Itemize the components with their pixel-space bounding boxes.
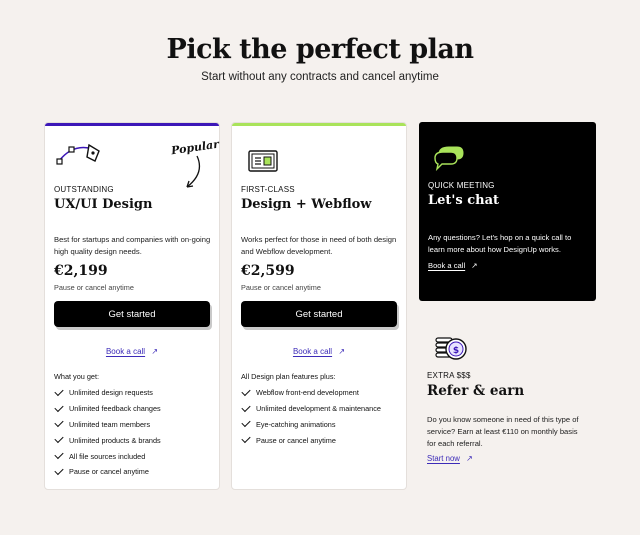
plan-eyebrow: OUTSTANDING — [54, 185, 114, 194]
feature-item: Pause or cancel anytime — [241, 432, 381, 448]
quick-meeting-title: Let's chat — [428, 193, 500, 208]
quick-meeting-description: Any questions? Let's hop on a quick call… — [428, 233, 572, 254]
check-icon — [54, 449, 64, 460]
feature-item: Unlimited development & maintenance — [241, 401, 381, 417]
curved-arrow-icon — [186, 155, 201, 188]
check-icon — [54, 465, 64, 475]
arrow-up-right-icon: ↗ — [151, 347, 159, 356]
start-now-label: Start now — [427, 454, 460, 463]
check-icon — [241, 434, 251, 444]
page-title: Pick the perfect plan — [166, 34, 474, 65]
plan-card-ux-ui: Popular OUTSTANDING UX/UI Design Best fo… — [44, 122, 220, 490]
feature-item: Eye-catching animations — [241, 417, 381, 433]
referral-description: Do you know someone in need of this type… — [427, 415, 579, 448]
feature-item: Pause or cancel anytime — [54, 464, 161, 480]
book-call-link[interactable]: Book a call ↗ — [232, 347, 406, 356]
check-icon — [54, 434, 64, 444]
check-icon — [54, 402, 64, 412]
features-list: Unlimited design requests Unlimited feed… — [54, 385, 161, 480]
book-call-label: Book a call — [428, 261, 466, 270]
check-icon — [241, 418, 251, 428]
feature-item: Unlimited feedback changes — [54, 401, 161, 417]
chat-bubbles-icon — [434, 146, 464, 172]
plan-price: €2,599 — [241, 263, 295, 279]
plan-card-accent-bar — [232, 123, 406, 126]
referral-title: Refer & earn — [427, 383, 525, 399]
get-started-button[interactable]: Get started — [54, 301, 210, 327]
browser-window-icon — [248, 150, 278, 172]
start-now-link[interactable]: Start now ↗ — [427, 454, 473, 463]
pause-note: Pause or cancel anytime — [54, 283, 134, 292]
features-title: What you get: — [54, 372, 100, 381]
check-icon — [241, 402, 251, 412]
book-call-link[interactable]: Book a call ↗ — [45, 347, 219, 356]
plan-card-design-webflow: FIRST-CLASS Design + Webflow Works perfe… — [231, 122, 407, 490]
plan-description: Works perfect for those in need of both … — [241, 235, 397, 256]
pause-note: Pause or cancel anytime — [241, 283, 321, 292]
book-call-label: Book a call — [292, 347, 333, 356]
coins-icon: $ — [435, 337, 467, 360]
page-subtitle: Start without any contracts and cancel a… — [201, 71, 439, 83]
feature-item: Unlimited team members — [54, 417, 161, 433]
feature-item: Unlimited design requests — [54, 385, 161, 401]
plan-card-accent-bar — [45, 123, 219, 126]
plan-name: Design + Webflow — [241, 197, 372, 212]
plan-price: €2,199 — [54, 263, 108, 279]
plan-name: UX/UI Design — [54, 197, 153, 212]
check-icon — [54, 418, 64, 428]
quick-meeting-card: QUICK MEETING Let's chat Any questions? … — [419, 122, 596, 301]
svg-text:$: $ — [453, 346, 459, 356]
get-started-button[interactable]: Get started — [241, 301, 397, 327]
quick-meeting-eyebrow: QUICK MEETING — [428, 181, 495, 190]
arrow-up-right-icon: ↗ — [471, 261, 478, 270]
book-call-link[interactable]: Book a call ↗ — [428, 261, 478, 270]
feature-item: Unlimited products & brands — [54, 432, 161, 448]
feature-item: Webflow front-end development — [241, 385, 381, 401]
features-title: All Design plan features plus: — [241, 372, 336, 381]
arrow-up-right-icon: ↗ — [338, 347, 346, 356]
book-call-label: Book a call — [105, 347, 146, 356]
referral-eyebrow: EXTRA $$$ — [427, 371, 471, 380]
arrow-up-right-icon: ↗ — [466, 454, 473, 463]
plan-eyebrow: FIRST-CLASS — [241, 185, 295, 194]
check-icon — [54, 386, 64, 396]
features-list: Webflow front-end development Unlimited … — [241, 385, 381, 448]
pen-tool-icon — [56, 143, 100, 165]
check-icon — [241, 386, 251, 396]
feature-item: All file sources included — [54, 448, 161, 464]
plan-description: Best for startups and companies with on-… — [54, 235, 211, 256]
